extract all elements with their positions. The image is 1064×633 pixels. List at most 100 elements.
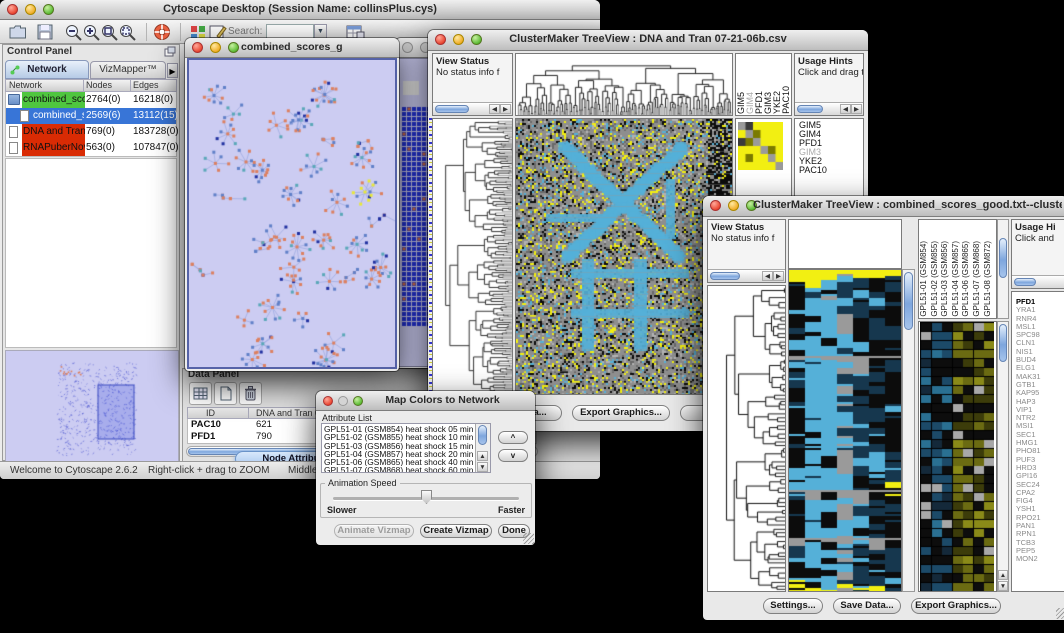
tv2-column-dendrogram-panel[interactable] bbox=[788, 219, 902, 269]
tab-overflow-button[interactable]: ▶ bbox=[167, 63, 178, 78]
float-panel-icon[interactable] bbox=[164, 46, 176, 58]
vscrollbar-thumb[interactable] bbox=[904, 272, 913, 330]
attribute-list-vscrollbar[interactable]: ▲ ▼ bbox=[475, 424, 490, 472]
network-table-header[interactable]: Network Nodes Edges bbox=[5, 79, 177, 92]
tv2-zoom-panel[interactable] bbox=[918, 321, 997, 592]
speed-slider-thumb[interactable] bbox=[421, 490, 432, 504]
zoom-button[interactable] bbox=[43, 4, 54, 15]
delete-attribute-button[interactable] bbox=[239, 382, 262, 405]
tv1-column-labels[interactable]: GIM5GIM4PFD1GIM3YKE2PAC10 bbox=[735, 53, 792, 116]
tv2-status-hscrollbar[interactable]: ◀ ▶ bbox=[708, 269, 785, 282]
tv2-heatmap-panel[interactable] bbox=[788, 269, 902, 592]
scroll-right-button[interactable]: ▶ bbox=[851, 104, 862, 114]
scroll-up-button[interactable]: ▲ bbox=[477, 451, 488, 461]
zoom-button[interactable] bbox=[471, 34, 482, 45]
scroll-right-button[interactable]: ▶ bbox=[773, 271, 784, 281]
vscrollbar-thumb[interactable] bbox=[999, 238, 1007, 278]
treeview2-titlebar[interactable]: ClusterMaker TreeView : combined_scores_… bbox=[703, 196, 1064, 217]
tv2-zoom-vscrollbar[interactable]: ▲ ▼ bbox=[997, 321, 1009, 592]
hscrollbar-thumb[interactable] bbox=[1014, 278, 1036, 286]
attribute-item[interactable]: GPL51-03 (GSM856) heat shock 15 min bbox=[324, 442, 475, 450]
network-tree-row[interactable]: DNA and Tran 07769(0)183728(0) bbox=[6, 124, 176, 140]
scroll-left-button[interactable]: ◀ bbox=[762, 271, 773, 281]
tv2-row-dendrogram[interactable] bbox=[708, 286, 785, 591]
tv2-column-labels[interactable]: GPL51-01 (GSM854)GPL51-02 (GSM855)GPL51-… bbox=[918, 219, 997, 319]
close-button[interactable] bbox=[402, 42, 413, 53]
close-button[interactable] bbox=[192, 42, 203, 53]
scroll-down-button[interactable]: ▼ bbox=[477, 462, 488, 472]
search-input[interactable] bbox=[266, 24, 314, 39]
attribute-item[interactable]: GPL51-01 (GSM854) heat shock 05 min bbox=[324, 425, 475, 433]
tv1-column-dendrogram-panel[interactable] bbox=[515, 53, 733, 116]
close-button[interactable] bbox=[710, 200, 721, 211]
gene-label[interactable]: MON2 bbox=[1016, 555, 1064, 563]
open-icon[interactable] bbox=[8, 23, 28, 41]
tab-network[interactable]: Network bbox=[5, 60, 89, 79]
close-button[interactable] bbox=[435, 34, 446, 45]
tv2-settings-button[interactable]: Settings... bbox=[763, 598, 823, 614]
tv2-heatmap[interactable] bbox=[789, 270, 901, 591]
tab-vizmapper[interactable]: VizMapper™ bbox=[90, 61, 166, 79]
tv2-save-data-button[interactable]: Save Data... bbox=[833, 598, 901, 614]
scroll-right-button[interactable]: ▶ bbox=[500, 104, 511, 114]
network-canvas[interactable] bbox=[187, 58, 397, 369]
zoom-out-icon[interactable] bbox=[64, 23, 84, 41]
resize-grip[interactable] bbox=[523, 533, 534, 544]
tv2-labels-vscrollbar[interactable] bbox=[997, 219, 1009, 319]
animate-vizmap-button[interactable]: Animate Vizmap bbox=[334, 524, 414, 538]
tv1-column-dendrogram[interactable] bbox=[516, 54, 732, 115]
network-tree-row[interactable]: RNAPuberNov2+563(0)107847(0) bbox=[6, 140, 176, 156]
tv1-row-dendrogram[interactable] bbox=[433, 119, 512, 394]
zoom-selected-icon[interactable] bbox=[118, 23, 138, 41]
scroll-left-button[interactable]: ◀ bbox=[840, 104, 851, 114]
create-vizmap-button[interactable]: Create Vizmap bbox=[420, 524, 492, 538]
tv1-row-dendrogram-panel[interactable] bbox=[432, 118, 513, 395]
network-titlebar[interactable]: combined_scores_good.txt--cluste... bbox=[185, 38, 399, 58]
move-up-button[interactable]: ^ bbox=[498, 431, 528, 444]
scroll-down-button[interactable]: ▼ bbox=[998, 581, 1008, 591]
tv2-row-dendrogram-panel[interactable] bbox=[707, 285, 786, 592]
hscrollbar-thumb[interactable] bbox=[797, 105, 823, 113]
hscrollbar-thumb[interactable] bbox=[710, 272, 740, 280]
vscrollbar-thumb[interactable] bbox=[478, 425, 487, 445]
vscrollbar-thumb[interactable] bbox=[999, 324, 1007, 362]
attribute-item[interactable]: GPL51-02 (GSM855) heat shock 10 min bbox=[324, 433, 475, 441]
hscrollbar-thumb[interactable] bbox=[435, 105, 469, 113]
treeview1-titlebar[interactable]: ClusterMaker TreeView : DNA and Tran 07-… bbox=[428, 30, 868, 51]
resize-grip[interactable] bbox=[1056, 608, 1064, 619]
close-button[interactable] bbox=[7, 4, 18, 15]
help-icon[interactable] bbox=[152, 23, 172, 41]
tv1-export-graphics-button[interactable]: Export Graphics... bbox=[572, 405, 670, 421]
tv2-usage-hscrollbar[interactable] bbox=[1012, 275, 1064, 288]
zoom-fit-icon[interactable] bbox=[100, 23, 120, 41]
attribute-list[interactable]: GPL51-01 (GSM854) heat shock 05 minGPL51… bbox=[321, 423, 491, 473]
dialog-titlebar[interactable]: Map Colors to Network bbox=[316, 391, 535, 411]
attribute-item[interactable]: GPL51-04 (GSM857) heat shock 20 min bbox=[324, 450, 475, 458]
tv1-usage-hscrollbar[interactable]: ◀ ▶ bbox=[795, 102, 863, 115]
tv2-export-graphics-button[interactable]: Export Graphics... bbox=[911, 598, 1001, 614]
move-down-button[interactable]: v bbox=[498, 449, 528, 462]
tv1-heatmap[interactable] bbox=[516, 119, 732, 394]
birds-eye-view[interactable] bbox=[5, 350, 179, 462]
tv2-zoom-heatmap[interactable] bbox=[920, 322, 994, 591]
save-icon[interactable] bbox=[35, 23, 55, 41]
minimize-button[interactable] bbox=[338, 396, 348, 406]
minimize-button[interactable] bbox=[25, 4, 36, 15]
tv2-gene-labels[interactable]: PFD1YRA1RNR4MSL1SPC98CLN1NIS1BUD4ELG1MAK… bbox=[1011, 291, 1064, 592]
main-titlebar[interactable]: Cytoscape Desktop (Session Name: collins… bbox=[0, 0, 600, 20]
scroll-left-button[interactable]: ◀ bbox=[489, 104, 500, 114]
show-table-button[interactable] bbox=[189, 382, 212, 405]
zoom-button[interactable] bbox=[228, 42, 239, 53]
tv1-heatmap-panel[interactable] bbox=[515, 118, 733, 395]
tv1-zoom-heatmap[interactable] bbox=[738, 122, 783, 170]
zoom-in-icon[interactable] bbox=[82, 23, 102, 41]
tv1-status-hscrollbar[interactable]: ◀ ▶ bbox=[433, 102, 512, 115]
search-dropdown-button[interactable]: ▼ bbox=[314, 24, 327, 39]
minimize-button[interactable] bbox=[210, 42, 221, 53]
tv2-heatmap-vscrollbar[interactable] bbox=[902, 269, 915, 592]
scroll-up-button[interactable]: ▲ bbox=[998, 570, 1008, 580]
network-tree-row[interactable]: combined_scores2764(0)16218(0) bbox=[6, 92, 176, 108]
close-button[interactable] bbox=[323, 396, 333, 406]
new-attribute-button[interactable] bbox=[214, 382, 237, 405]
attribute-item[interactable]: GPL51-07 (GSM868) heat shock 60 min bbox=[324, 466, 475, 473]
